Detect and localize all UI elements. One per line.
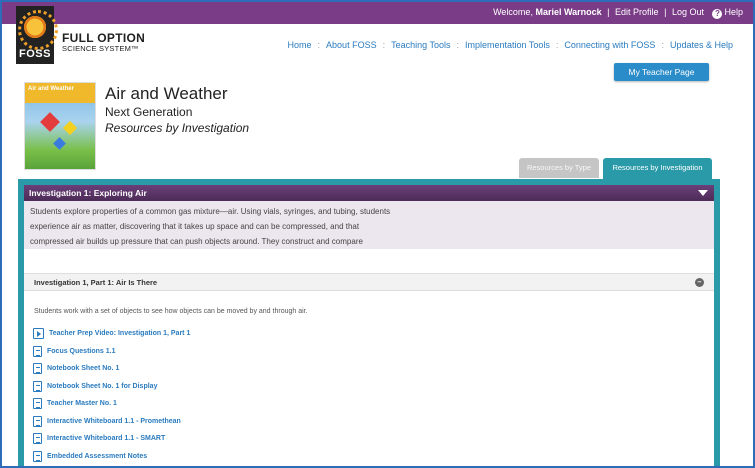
resource-item[interactable]: Notebook Sheet No. 1 for Display xyxy=(33,378,190,396)
cover-title: Air and Weather xyxy=(28,86,74,92)
pdf-icon xyxy=(33,363,42,375)
part-intro: Students work with a set of objects to s… xyxy=(34,308,308,315)
investigation-header[interactable]: Investigation 1: Exploring Air xyxy=(24,185,714,201)
edit-profile-link[interactable]: Edit Profile xyxy=(615,7,659,17)
sun-icon xyxy=(18,10,58,50)
whiteboard-icon xyxy=(33,415,42,427)
separator: | xyxy=(664,7,667,17)
nav-item-teaching-tools[interactable]: Teaching Tools xyxy=(391,40,450,50)
welcome-text: Welcome, xyxy=(493,7,533,17)
video-icon xyxy=(33,328,44,340)
resource-link[interactable]: Embedded Assessment Notes xyxy=(47,453,147,460)
resource-item[interactable]: Interactive Whiteboard 1.1 - SMART xyxy=(33,430,190,448)
module-heading: Air and Weather Next Generation Resource… xyxy=(105,84,249,135)
user-menu: Welcome, Mariel Warnock | Edit Profile |… xyxy=(493,7,743,19)
nav-item-home[interactable]: Home xyxy=(288,40,312,50)
log-out-link[interactable]: Log Out xyxy=(672,7,704,17)
main-navigation: Home: About FOSS: Teaching Tools: Implement… xyxy=(288,40,733,50)
module-subtitle: Next Generation xyxy=(105,105,193,119)
resource-link[interactable]: Teacher Prep Video: Investigation 1, Par… xyxy=(49,330,190,337)
tab-resources-by-type[interactable]: Resources by Type xyxy=(519,158,599,178)
nav-item-about-foss[interactable]: About FOSS xyxy=(326,40,377,50)
part-title: Investigation 1, Part 1: Air Is There xyxy=(34,278,158,287)
investigation-description: Students explore properties of a common … xyxy=(24,201,714,261)
tab-resources-by-investigation[interactable]: Resources by Investigation xyxy=(603,158,712,180)
help-label: Help xyxy=(724,7,743,17)
resource-item[interactable]: Interactive Whiteboard 1.1 - Promethean xyxy=(33,413,190,431)
brand-line-2: SCIENCE SYSTEM™ xyxy=(62,44,139,53)
brand-line-1: FULL OPTION xyxy=(62,31,146,45)
help-link[interactable]: ? Help xyxy=(712,7,743,19)
separator: | xyxy=(607,7,610,17)
resources-panel: Investigation 1: Exploring Air Students … xyxy=(18,179,720,466)
resource-item[interactable]: Embedded Assessment Notes xyxy=(33,448,190,466)
nav-item-updates-help[interactable]: Updates & Help xyxy=(670,40,733,50)
logo-word: FOSS xyxy=(19,48,51,60)
resource-item[interactable]: Notebook Sheet No. 1 xyxy=(33,360,190,378)
nav-separator: : xyxy=(661,40,664,50)
resource-link[interactable]: Focus Questions 1.1 xyxy=(47,348,115,355)
investigation-title: Investigation 1: Exploring Air xyxy=(29,188,147,198)
part-section: Investigation 1, Part 1: Air Is There – … xyxy=(24,249,714,466)
whiteboard-icon xyxy=(33,433,42,445)
my-teacher-page-button[interactable]: My Teacher Page xyxy=(614,63,709,81)
nav-separator: : xyxy=(382,40,386,50)
kite-icon xyxy=(40,112,60,132)
nav-item-implementation-tools[interactable]: Implementation Tools xyxy=(465,40,550,50)
resource-link[interactable]: Notebook Sheet No. 1 xyxy=(47,365,119,372)
minus-circle-icon[interactable]: – xyxy=(695,278,704,287)
kite-icon xyxy=(53,137,66,150)
resource-link[interactable]: Notebook Sheet No. 1 for Display xyxy=(47,383,157,390)
question-circle-icon: ? xyxy=(712,9,723,19)
browser-page: Welcome, Mariel Warnock | Edit Profile |… xyxy=(0,0,755,468)
resource-item[interactable]: Teacher Master No. 1 xyxy=(33,395,190,413)
pdf-icon xyxy=(33,380,42,392)
kite-icon xyxy=(62,120,78,136)
foss-logo[interactable]: FOSS xyxy=(16,6,58,64)
module-cover-image: Air and Weather xyxy=(24,82,96,170)
caret-down-icon[interactable] xyxy=(698,190,708,196)
part-header[interactable]: Investigation 1, Part 1: Air Is There – xyxy=(24,273,714,291)
resource-list: Teacher Prep Video: Investigation 1, Par… xyxy=(33,325,190,465)
resource-link[interactable]: Interactive Whiteboard 1.1 - SMART xyxy=(47,435,165,442)
brand-name: FULL OPTION SCIENCE SYSTEM™ xyxy=(62,32,145,53)
top-utility-bar: Welcome, Mariel Warnock | Edit Profile |… xyxy=(2,2,753,24)
resource-item[interactable]: Focus Questions 1.1 xyxy=(33,343,190,361)
resource-link[interactable]: Interactive Whiteboard 1.1 - Promethean xyxy=(47,418,181,425)
module-title: Air and Weather xyxy=(105,84,228,103)
pdf-icon xyxy=(33,398,42,410)
document-icon xyxy=(33,345,42,357)
nav-separator: : xyxy=(456,40,459,50)
nav-separator: : xyxy=(317,40,321,50)
pdf-icon xyxy=(33,450,42,462)
nav-separator: : xyxy=(555,40,559,50)
resource-link[interactable]: Teacher Master No. 1 xyxy=(47,400,117,407)
resource-item[interactable]: Teacher Prep Video: Investigation 1, Par… xyxy=(33,325,190,343)
nav-item-connecting-with-foss[interactable]: Connecting with FOSS xyxy=(564,40,655,50)
user-name: Mariel Warnock xyxy=(535,7,602,17)
view-title: Resources by Investigation xyxy=(105,121,250,135)
